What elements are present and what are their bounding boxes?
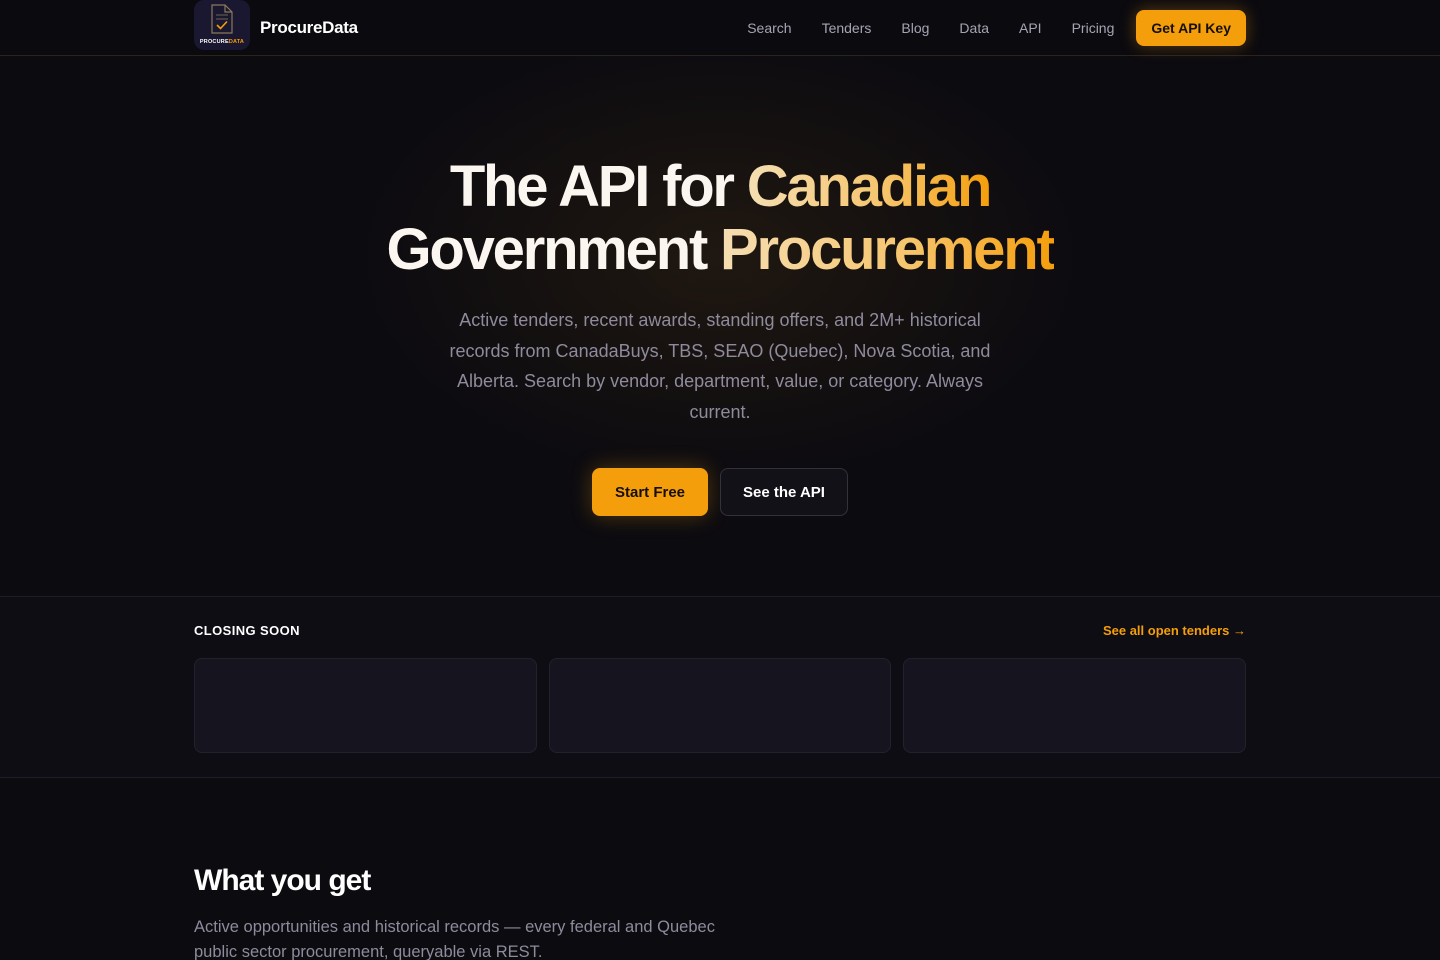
nav-link-pricing[interactable]: Pricing (1072, 20, 1115, 36)
see-the-api-button[interactable]: See the API (720, 468, 848, 516)
hero-subtitle: Active tenders, recent awards, standing … (449, 310, 991, 422)
closing-soon-header: CLOSING SOON See all open tenders → (194, 623, 1246, 638)
logo-wordmark-data: DATA (228, 39, 245, 45)
see-all-open-tenders-link[interactable]: See all open tenders → (1103, 623, 1246, 638)
hero-buttons: Start Free See the API (0, 468, 1440, 516)
hero-title-part2: Government (386, 217, 720, 282)
hero-title-accent2: Procurement (719, 217, 1056, 282)
nav-inner: PROCUREDATA ProcureData Search Tenders B… (194, 0, 1246, 56)
nav-link-tenders[interactable]: Tenders (822, 20, 872, 36)
start-free-button[interactable]: Start Free (592, 468, 708, 516)
closing-soon-label: CLOSING SOON (194, 623, 300, 638)
document-check-icon (211, 4, 233, 34)
hero-section: The API for Canadian Government Procurem… (0, 57, 1440, 596)
tender-card[interactable] (194, 658, 537, 753)
top-nav: PROCUREDATA ProcureData Search Tenders B… (0, 0, 1440, 56)
logo-wordmark-procure: PROCURE (199, 39, 229, 45)
closing-soon-section: CLOSING SOON See all open tenders → (0, 596, 1440, 778)
tender-card[interactable] (548, 658, 892, 753)
nav-link-blog[interactable]: Blog (901, 20, 929, 36)
brand-link[interactable]: PROCUREDATA ProcureData (194, 0, 358, 50)
tender-cards (194, 658, 1247, 753)
what-you-get-description: Active opportunities and historical reco… (194, 918, 715, 960)
hero-title-part1: The API for (449, 154, 747, 219)
hero-title-accent1: Canadian (746, 154, 993, 219)
nav-link-api[interactable]: API (1019, 20, 1042, 36)
hero-title: The API for Canadian Government Procurem… (0, 155, 1440, 281)
logo-wordmark: PROCUREDATA (194, 39, 250, 45)
tender-card[interactable] (903, 658, 1247, 753)
nav-link-data[interactable]: Data (959, 20, 989, 36)
brand-name: ProcureData (260, 18, 358, 37)
nav-links: Search Tenders Blog Data API Pricing Get… (747, 10, 1246, 46)
get-api-key-button[interactable]: Get API Key (1136, 10, 1246, 46)
nav-link-search[interactable]: Search (747, 20, 791, 36)
what-you-get-title: What you get (194, 864, 371, 897)
logo: PROCUREDATA (194, 0, 250, 50)
page: PROCUREDATA ProcureData Search Tenders B… (0, 0, 1440, 960)
